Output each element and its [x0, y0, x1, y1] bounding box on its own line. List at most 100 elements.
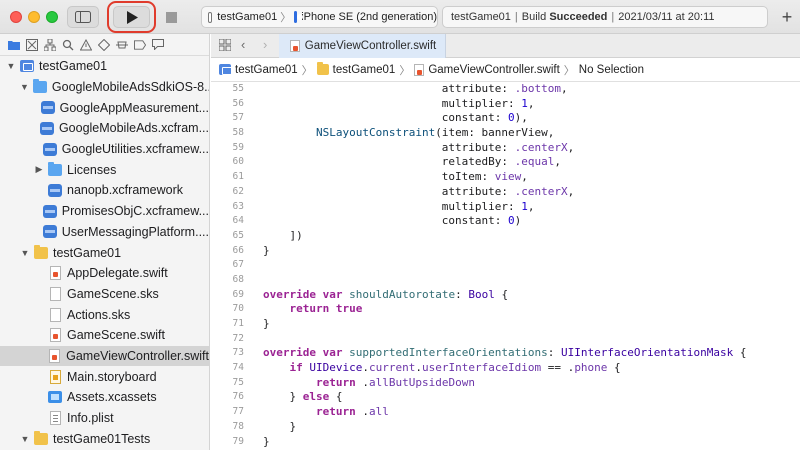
run-button[interactable]: [113, 6, 150, 28]
navigator-item[interactable]: Actions.sks: [0, 304, 209, 325]
source-editor[interactable]: 55 attribute: .bottom, 56 multiplier: 1, 5…: [211, 82, 800, 450]
folder-icon[interactable]: [8, 39, 20, 51]
navigator-item[interactable]: PromisesObjC.xcframew...: [0, 201, 209, 222]
navigator-item[interactable]: UserMessagingPlatform....: [0, 222, 209, 243]
test-diamond-icon[interactable]: [98, 38, 110, 51]
navigator-item[interactable]: ▼ testGame01: [0, 242, 209, 263]
navigator-item[interactable]: GameScene.swift: [0, 325, 209, 346]
close-window-button[interactable]: [10, 11, 22, 23]
navigator-item[interactable]: ▼ testGame01: [0, 56, 209, 77]
tab-gameviewcontroller[interactable]: GameViewController.swift: [279, 34, 446, 58]
navigator-item[interactable]: GoogleUtilities.xcframew...: [0, 139, 209, 160]
line-number: 78: [232, 420, 244, 432]
code-line: 63 multiplier: 1,: [211, 200, 800, 215]
navigator-item-label: Licenses: [67, 162, 117, 177]
code-line: 76 } else {: [211, 390, 800, 405]
report-icon[interactable]: [152, 39, 164, 51]
status-divider: |: [611, 11, 615, 23]
navigator-item[interactable]: ▶ Licenses: [0, 159, 209, 180]
window-toolbar: testGame01 〉 iPhone SE (2nd generation) …: [0, 0, 800, 34]
navigator-item[interactable]: ▼ GoogleMobileAdsSdkiOS-8...: [0, 77, 209, 98]
status-build-result: Succeeded: [549, 11, 608, 23]
chevron-right-icon: 〉: [301, 64, 313, 77]
disclosure-open-icon[interactable]: ▼: [20, 82, 29, 92]
navigator-item[interactable]: Info.plist: [0, 408, 209, 429]
navigator-item-label: Info.plist: [67, 411, 114, 426]
line-number: 68: [232, 273, 244, 285]
scheme-project: testGame01: [217, 11, 278, 23]
navigator-item-label: GameScene.swift: [67, 328, 165, 343]
scheme-separator: 〉: [280, 12, 292, 24]
code-line: 69 override var shouldAutorotate: Bool {: [211, 288, 800, 303]
stop-button[interactable]: [160, 6, 182, 28]
navigator-item[interactable]: Main.storyboard: [0, 366, 209, 387]
line-number: 57: [232, 112, 244, 124]
source-control-icon[interactable]: [26, 38, 38, 51]
document-icon: [50, 286, 61, 301]
hierarchy-icon[interactable]: [44, 38, 56, 51]
project-navigator: ▼ testGame01 ▼ GoogleMobileAdsSdkiOS-8... Go…: [0, 34, 210, 450]
disclosure-open-icon[interactable]: ▼: [20, 248, 30, 258]
disclosure-open-icon[interactable]: ▼: [6, 61, 16, 71]
line-number: 76: [232, 391, 244, 403]
navigator-item[interactable]: GameScene.sks: [0, 284, 209, 305]
zoom-window-button[interactable]: [46, 11, 58, 23]
grid-icon[interactable]: [219, 39, 231, 51]
code-line: 66}: [211, 244, 800, 259]
navigator-item-label: testGame01: [39, 59, 108, 74]
navigator-item[interactable]: GoogleAppMeasurement...: [0, 97, 209, 118]
navigator-item-label: GameViewController.swift: [66, 348, 209, 363]
navigator-item-label: nanopb.xcframework: [67, 183, 184, 198]
scheme-selector[interactable]: testGame01 〉 iPhone SE (2nd generation): [201, 6, 438, 28]
jumpbar-group[interactable]: testGame01: [333, 64, 396, 76]
swift-file-icon: [414, 63, 425, 76]
line-number: 62: [232, 185, 244, 197]
add-library-button[interactable]: +: [774, 6, 800, 28]
disclosure-closed-icon[interactable]: ▶: [34, 164, 44, 175]
jumpbar-project[interactable]: testGame01: [235, 64, 298, 76]
swift-file-icon: [50, 328, 61, 343]
navigator-item[interactable]: AppDelegate.swift: [0, 263, 209, 284]
navigator-item[interactable]: GameViewController.swift: [0, 345, 209, 367]
navigator-item[interactable]: ▼ testGame01Tests: [0, 428, 209, 449]
navigator-item-label: UserMessagingPlatform....: [61, 224, 209, 239]
code-text: }: [263, 317, 270, 330]
warning-icon[interactable]: [80, 38, 92, 51]
code-line: 75 return .allButUpsideDown: [211, 376, 800, 391]
file-tree: ▼ testGame01 ▼ GoogleMobileAdsSdkiOS-8... Go…: [0, 56, 209, 449]
jumpbar-file[interactable]: GameViewController.swift: [428, 64, 559, 76]
line-number: 65: [232, 229, 244, 241]
line-number: 72: [232, 332, 244, 344]
navigator-item[interactable]: nanopb.xcframework: [0, 180, 209, 201]
folder-blue-icon: [48, 161, 62, 176]
line-number: 71: [232, 318, 244, 329]
line-number: 70: [232, 303, 244, 315]
navigator-item[interactable]: GoogleMobileAds.xcfram...: [0, 118, 209, 139]
code-text: multiplier: 1,: [263, 96, 535, 110]
back-button[interactable]: ‹: [241, 37, 245, 52]
document-icon: [50, 307, 61, 322]
forward-button[interactable]: ›: [263, 37, 267, 52]
code-line: 74 if UIDevice.current.userInterfaceIdio…: [211, 361, 800, 376]
code-line: 71}: [211, 317, 800, 332]
code-text: return .all: [315, 405, 389, 419]
line-number: 56: [232, 97, 244, 109]
debug-icon[interactable]: [116, 39, 128, 51]
status-project: testGame01: [451, 11, 511, 23]
framework-icon: [40, 101, 55, 115]
line-number: 67: [232, 259, 244, 271]
scheme-icon: [208, 11, 213, 23]
minimize-window-button[interactable]: [28, 11, 40, 23]
breakpoint-icon[interactable]: [134, 39, 146, 51]
framework-icon: [42, 142, 57, 156]
navigator-item[interactable]: Assets.xcassets: [0, 387, 209, 408]
framework-icon: [48, 183, 62, 197]
search-icon[interactable]: [62, 39, 74, 51]
navigator-toggle-button[interactable]: [67, 6, 99, 28]
disclosure-open-icon[interactable]: ▼: [20, 434, 30, 444]
jumpbar-selection[interactable]: No Selection: [579, 64, 644, 76]
navigator-item-label: GoogleMobileAdsSdkiOS-8...: [51, 80, 210, 95]
code-line: 57 constant: 0),: [211, 111, 800, 126]
code-line: 61 toItem: view,: [211, 170, 800, 185]
code-line: 77 return .all: [211, 405, 800, 420]
